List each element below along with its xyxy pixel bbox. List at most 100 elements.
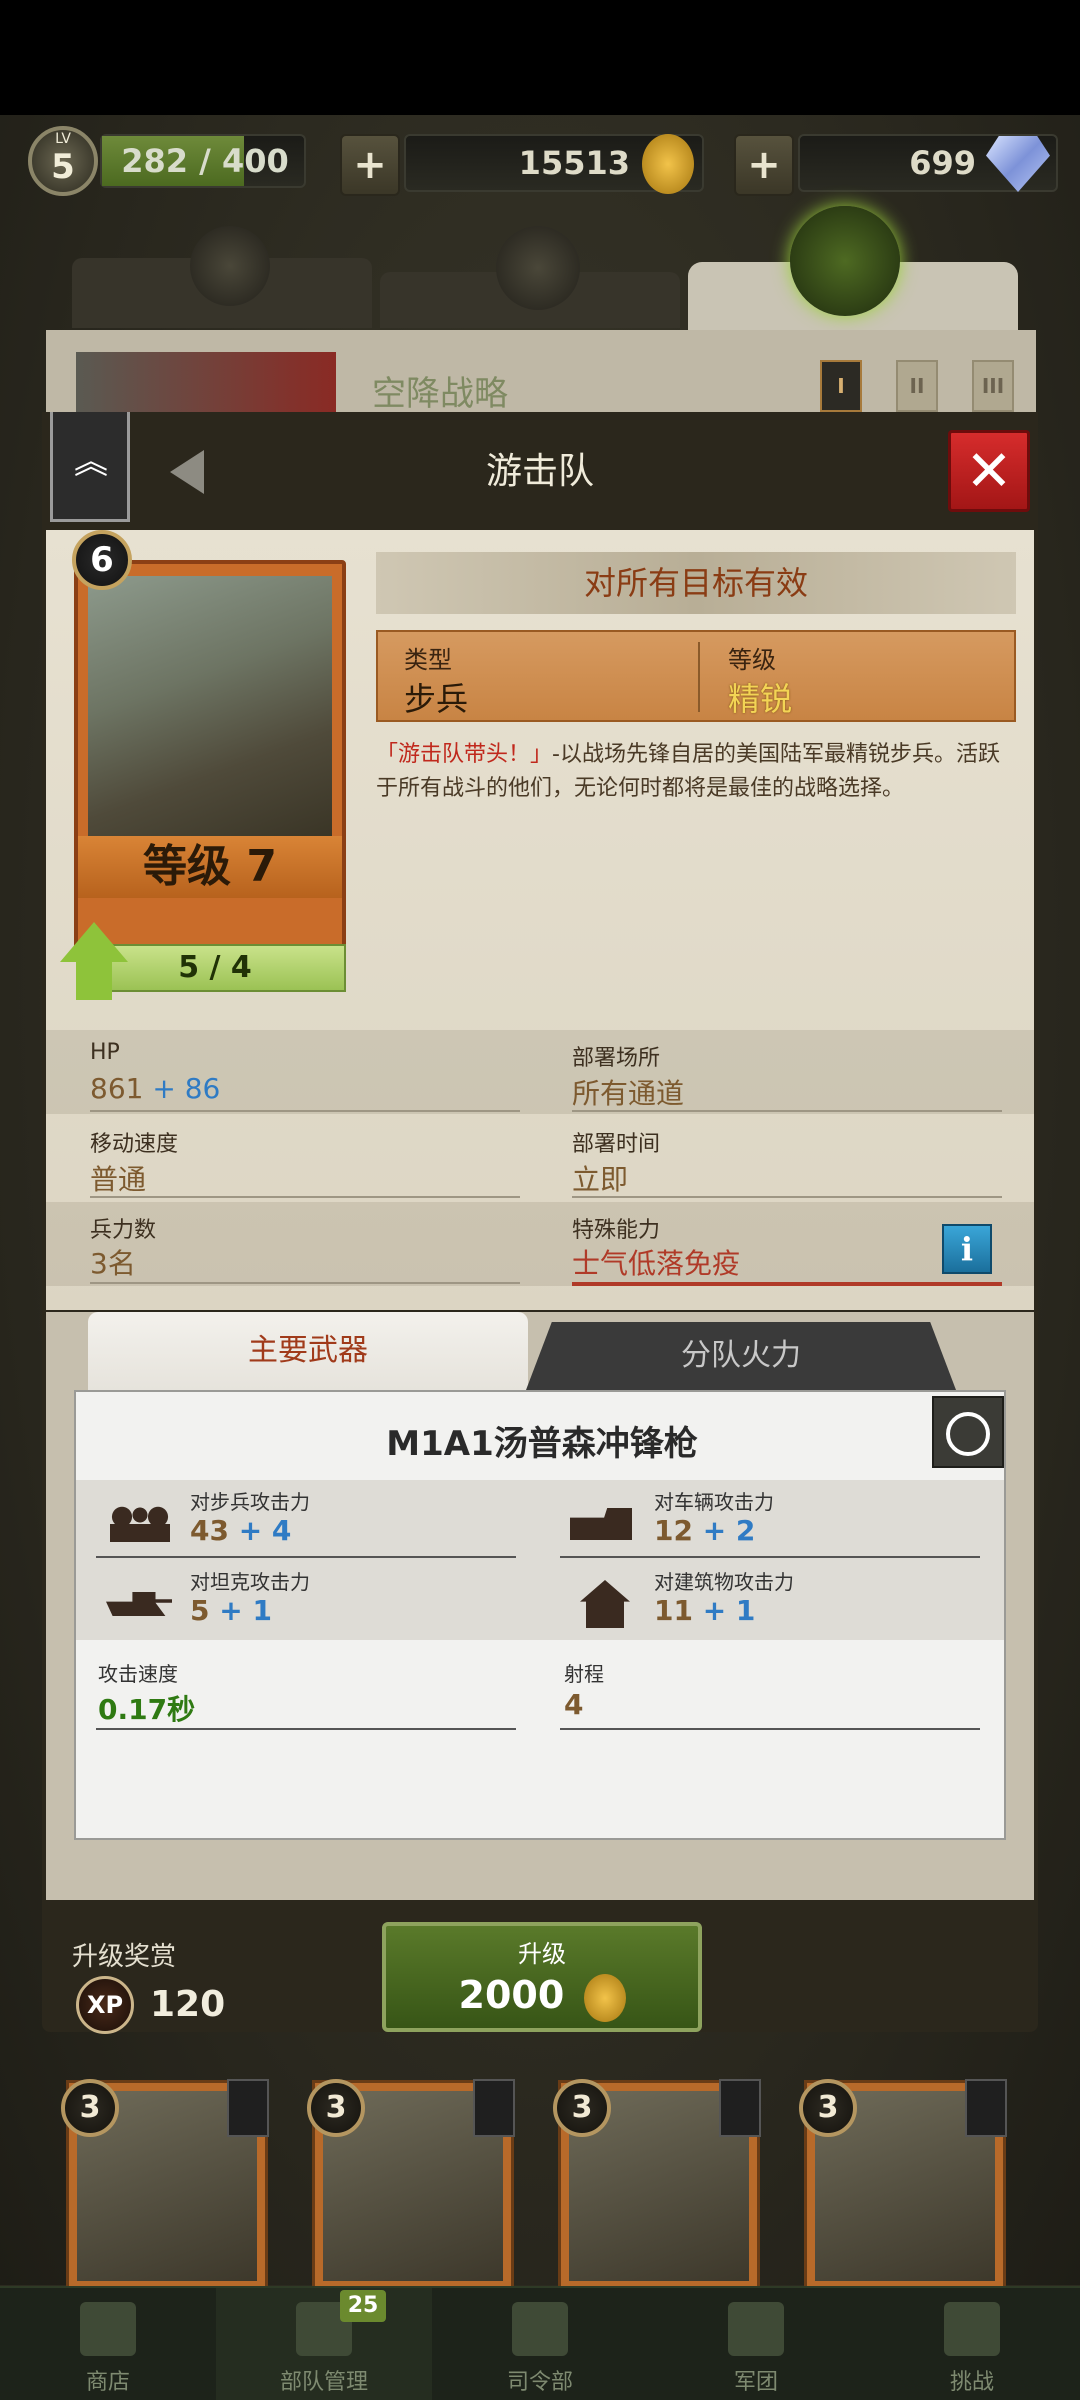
divider [96,1728,516,1730]
stat-value: 所有通道 [572,1077,685,1110]
divider [90,1110,520,1112]
infantry-icon [110,1506,170,1542]
tier-2-button[interactable]: II [896,360,938,412]
upgrade-cost-row: 2000 [386,1973,698,2022]
stat-value: 立即 [572,1163,629,1196]
nav-shop[interactable]: 商店 [0,2288,216,2400]
diamond-icon [986,136,1050,192]
stat-label: 移动速度 [90,1132,179,1157]
level-prefix: LV [55,131,71,147]
unit-rank-badge: 3 [553,2079,611,2137]
box-icon [80,2302,136,2356]
close-icon: ✕ [965,439,1013,504]
unit-rank-badge: 3 [307,2079,365,2137]
stat-label: HP [90,1040,120,1065]
buy-gold-button[interactable]: + [340,134,400,196]
dialog-header: ︽ 游击队 ✕ [42,412,1038,530]
nav-label: 军团 [733,2370,778,2395]
tank-icon [106,1592,172,1616]
type-value: 步兵 [404,680,469,718]
nav-headquarters[interactable]: 司令部 [432,2288,648,2400]
upgrade-label: 升级 [518,1940,566,1968]
flag-building-icon [512,2302,568,2356]
attack-value: 11 + 1 [654,1594,755,1627]
attack-base: 11 [654,1594,693,1627]
nav-label: 商店 [85,2370,130,2395]
gold-amount: 15513 [518,144,630,182]
tier-3-button[interactable]: III [972,360,1014,412]
divider [572,1282,1002,1286]
divider [560,1728,980,1730]
unit-portrait [88,576,332,836]
unit-card[interactable]: 等级 7 [74,560,346,960]
nav-troop-management[interactable]: 部队管理 25 [216,2288,432,2400]
unit-card-bunker[interactable]: 3 [307,2079,515,2292]
type-label: 类型 [404,646,452,674]
bottom-navigation: 商店 部队管理 25 司令部 军团 挑战 [0,2286,1080,2400]
trophy-icon [944,2302,1000,2356]
level-badge: LV 5 [28,126,98,196]
weapon-name: M1A1汤普森冲锋枪 [386,1424,698,1464]
attack-label: 对车辆攻击力 [654,1490,774,1514]
dialog-footer: 升级奖赏 XP 120 升级 2000 [46,1922,1034,2034]
weapon-card: M1A1汤普森冲锋枪 对步兵攻击力 43 + 4 对车辆攻击力 12 + 2 对… [74,1390,1006,1840]
attack-base: 5 [190,1594,210,1627]
type-grade-box: 类型 步兵 等级 精锐 [376,630,1016,722]
upgrade-button[interactable]: 升级 2000 [382,1922,702,2032]
stat-value: 3名 [90,1247,136,1280]
upgrade-cost: 2000 [458,1973,565,2017]
unit-rank-badge: 3 [799,2079,857,2137]
nav-challenge[interactable]: 挑战 [864,2288,1080,2400]
unit-detail-dialog: ︽ 游击队 ✕ 等级 7 6 5 / 4 对所有目标有效 类型 步兵 等级 精锐… [42,412,1038,2034]
nav-label: 部队管理 [279,2370,368,2395]
vehicle-icon [570,1508,632,1540]
group-icon [728,2302,784,2356]
close-button[interactable]: ✕ [948,430,1030,512]
level-value: 5 [51,147,75,187]
attack-value: 5 + 1 [190,1594,272,1627]
tab-primary-weapon[interactable]: 主要武器 [88,1312,528,1390]
nav-legion[interactable]: 军团 [648,2288,864,2400]
building-icon [580,1580,630,1628]
attack-base: 43 [190,1514,229,1547]
unit-level-label: 等级 7 [78,836,342,898]
stat-row: 移动速度 普通 部署时间 立即 [46,1116,1034,1200]
description-highlight: 「游击队带头！」 [376,742,553,767]
unit-card-engineer[interactable]: 3 [553,2079,761,2292]
nav-label: 挑战 [949,2370,994,2395]
tank-emblem-icon [496,226,580,310]
grade-value: 精锐 [728,680,793,718]
nav-label: 司令部 [506,2370,573,2395]
stat-label: 兵力数 [90,1218,157,1243]
info-button[interactable]: i [942,1224,992,1274]
xp-reward-badge: XP [76,1976,134,2034]
attack-bonus: + 1 [702,1594,756,1627]
stat-value: 普通 [90,1163,147,1196]
list-icon [473,2079,515,2137]
attack-value: 12 + 2 [654,1514,755,1547]
type-divider [698,642,700,712]
timer-button[interactable] [932,1396,1004,1468]
tier-1-button[interactable]: I [820,360,862,412]
list-icon [965,2079,1007,2137]
attack-value: 43 + 4 [190,1514,291,1547]
background-panel-title: 空降战略 [372,374,508,414]
upgrade-arrow-icon [60,922,128,962]
attack-speed-label: 攻击速度 [98,1662,178,1686]
divider [560,1556,980,1558]
buy-gems-button[interactable]: + [734,134,794,196]
unit-description: 「游击队带头！」-以战场先锋自居的美国陆军最精锐步兵。活跃于所有战斗的他们，无论… [376,738,1016,806]
parachute-emblem-icon [790,206,900,316]
attack-label: 对建筑物攻击力 [654,1570,794,1594]
attack-bonus: + 4 [238,1514,292,1547]
unit-rank-badge: 6 [72,530,132,590]
stat-label: 特殊能力 [572,1218,661,1243]
attack-bonus: + 2 [702,1514,756,1547]
unit-rank-badge: 3 [61,2079,119,2137]
hp-value: 861 [90,1072,144,1105]
tab-squad-firepower[interactable]: 分队火力 [526,1322,956,1390]
unit-card-mortar[interactable]: 3 [61,2079,269,2292]
unit-card-gunner[interactable]: 3 [799,2079,1007,2292]
stat-label: 部署时间 [572,1132,661,1157]
attack-stats-grid: 对步兵攻击力 43 + 4 对车辆攻击力 12 + 2 对坦克攻击力 5 + 1… [76,1480,1004,1640]
